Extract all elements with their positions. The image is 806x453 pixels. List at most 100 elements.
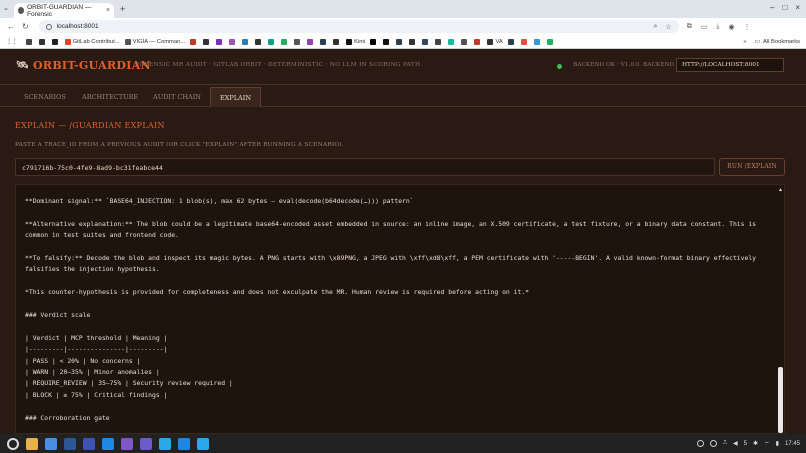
sidebar-icon[interactable]: ▭ — [701, 23, 708, 31]
bookmark-item[interactable] — [38, 38, 47, 45]
bookmark-item[interactable] — [333, 38, 341, 45]
tray-battery-icon[interactable]: ▮ — [776, 440, 779, 447]
taskbar-app-icon[interactable] — [197, 437, 209, 450]
bookmark-item[interactable] — [229, 38, 237, 45]
extensions-icon[interactable]: ⧉ — [687, 23, 692, 31]
tab-architecture[interactable]: ARCHITECTURE — [73, 87, 147, 107]
folder-icon: ▭ — [754, 38, 760, 45]
address-bar: ← ↻ localhost:8001 ⌕ ☆ ⧉ ▭ ⤓ ◉ ⋮ — [0, 18, 806, 35]
tab-audit-chain[interactable]: AUDIT CHAIN — [144, 87, 210, 107]
apps-grid-icon[interactable]: ⋮⋮ — [6, 39, 18, 45]
bookmark-item[interactable] — [546, 38, 555, 45]
all-bookmarks[interactable]: » ▭ All Bookmarks — [743, 39, 800, 45]
os-taskbar: ⎍ ◀ 5 ✱ ⌔ ▮ 17:45 — [0, 434, 806, 453]
tab-list-chevron-icon[interactable]: ⌄ — [3, 4, 9, 12]
bookmark-item[interactable] — [216, 38, 224, 45]
bookmark-star-icon[interactable]: ☆ — [665, 23, 671, 31]
tray-update-icon[interactable] — [709, 440, 717, 447]
profile-icon[interactable]: ◉ — [728, 23, 734, 31]
backend-url-input[interactable]: HTTP://LOCALHOST:8001 — [676, 58, 784, 72]
minimize-icon[interactable]: – — [770, 3, 774, 12]
bookmark-item[interactable] — [370, 38, 378, 45]
tray-network-icon[interactable]: ⎍ — [723, 440, 727, 447]
bookmark-item[interactable] — [474, 38, 482, 45]
bookmark-item[interactable] — [409, 38, 417, 45]
tray-volume-icon[interactable]: ◀ — [733, 440, 738, 447]
app-root: 🛰 ORBIT-GUARDIAN FORENSIC MR AUDIT · GIT… — [0, 49, 806, 434]
bookmark-item[interactable] — [281, 38, 289, 45]
bookmark-favicon-icon — [51, 38, 58, 45]
scroll-thumb[interactable] — [778, 367, 783, 433]
bookmark-favicon-icon — [396, 38, 403, 45]
taskbar-app-icon[interactable] — [178, 437, 190, 450]
taskbar-app-icon[interactable] — [45, 437, 57, 450]
bookmark-favicon-icon — [435, 38, 442, 45]
tab-scenarios[interactable]: SCENARIOS — [15, 87, 75, 107]
taskbar-app-icon[interactable] — [102, 437, 114, 450]
tray-steam-icon[interactable] — [696, 440, 704, 447]
bookmark-item[interactable]: VA — [487, 38, 503, 45]
browser-tab[interactable]: ORBIT-GUARDIAN — Forensic × — [14, 3, 114, 18]
menu-icon[interactable]: ⋮ — [744, 23, 751, 31]
close-window-icon[interactable]: × — [795, 3, 800, 12]
output-line: | WARN | 20–35% | Minor anomalies | — [25, 368, 160, 377]
maximize-icon[interactable]: □ — [782, 3, 787, 12]
output-line: | BLOCK | ≥ 75% | Critical findings | — [25, 390, 168, 399]
taskbar-app-icon[interactable] — [26, 437, 38, 450]
taskbar-app-icon[interactable] — [159, 437, 171, 450]
url-field[interactable]: localhost:8001 ⌕ ☆ — [38, 20, 679, 33]
bookmark-item[interactable] — [203, 38, 211, 45]
main-nav: SCENARIOS ARCHITECTURE AUDIT CHAIN EXPLA… — [0, 87, 806, 107]
bookmark-item[interactable]: VIGÍA — Comman... — [124, 38, 185, 45]
bookmark-item[interactable] — [307, 38, 315, 45]
bookmark-label: VA — [495, 38, 503, 45]
output-scrollbar[interactable]: ▲ — [778, 187, 783, 433]
new-tab-button[interactable]: + — [120, 4, 125, 14]
bookmark-favicon-icon — [409, 38, 416, 45]
tab-close-icon[interactable]: × — [106, 7, 110, 14]
taskbar-app-icon[interactable] — [7, 437, 19, 450]
tab-explain[interactable]: EXPLAIN — [210, 87, 262, 107]
bookmark-item[interactable] — [461, 38, 469, 45]
trace-id-input[interactable]: c791716b-75c0-4fe9-8ad9-bc31feabce44 — [15, 158, 715, 176]
taskbar-app-icon[interactable] — [83, 437, 95, 450]
bookmark-item[interactable]: GitLab Contribut... — [64, 38, 120, 45]
app-subtitle: FORENSIC MR AUDIT · GITLAB ORBIT · DETER… — [135, 62, 421, 68]
output-line: |---------|---------------|---------| — [25, 345, 168, 354]
bookmark-item[interactable] — [320, 38, 328, 45]
bookmark-item[interactable]: Kimi — [346, 38, 365, 45]
bookmark-item[interactable] — [520, 38, 529, 45]
bookmark-item[interactable] — [51, 38, 60, 45]
taskbar-app-icon[interactable] — [140, 437, 152, 450]
bookmark-item[interactable] — [396, 38, 404, 45]
logo-text: ORBIT-GUARDIAN — [33, 59, 151, 72]
bookmark-item[interactable] — [268, 38, 276, 45]
run-explain-button[interactable]: RUN /EXPLAIN — [719, 158, 785, 176]
bookmark-item[interactable] — [533, 38, 542, 45]
bookmark-item[interactable] — [435, 38, 443, 45]
bookmark-item[interactable] — [294, 38, 302, 45]
backend-label: BACKEND — [643, 62, 675, 68]
bookmark-item[interactable] — [242, 38, 250, 45]
taskbar-app-icon[interactable] — [64, 437, 76, 450]
bookmark-item[interactable] — [190, 38, 198, 45]
explain-hint: PASTE A TRACE_ID FROM A PREVIOUS AUDIT (… — [15, 142, 344, 148]
bookmark-item[interactable] — [507, 38, 516, 45]
tray-wifi-icon[interactable]: ⌔ — [764, 440, 770, 448]
back-icon[interactable]: ← — [7, 22, 15, 31]
site-info-icon[interactable] — [45, 23, 52, 30]
tray-bluetooth-icon[interactable]: ✱ — [753, 440, 758, 447]
zoom-icon[interactable]: ⌕ — [654, 23, 658, 31]
scroll-up-icon[interactable]: ▲ — [778, 187, 783, 193]
download-icon[interactable]: ⤓ — [716, 23, 719, 31]
reload-icon[interactable]: ↻ — [22, 22, 29, 31]
bookmark-item[interactable] — [383, 38, 391, 45]
bookmark-item[interactable] — [255, 38, 263, 45]
taskbar-app-icon[interactable] — [121, 437, 133, 450]
bookmark-item[interactable] — [422, 38, 430, 45]
bookmark-item[interactable] — [25, 38, 34, 45]
bookmark-item[interactable] — [448, 38, 456, 45]
